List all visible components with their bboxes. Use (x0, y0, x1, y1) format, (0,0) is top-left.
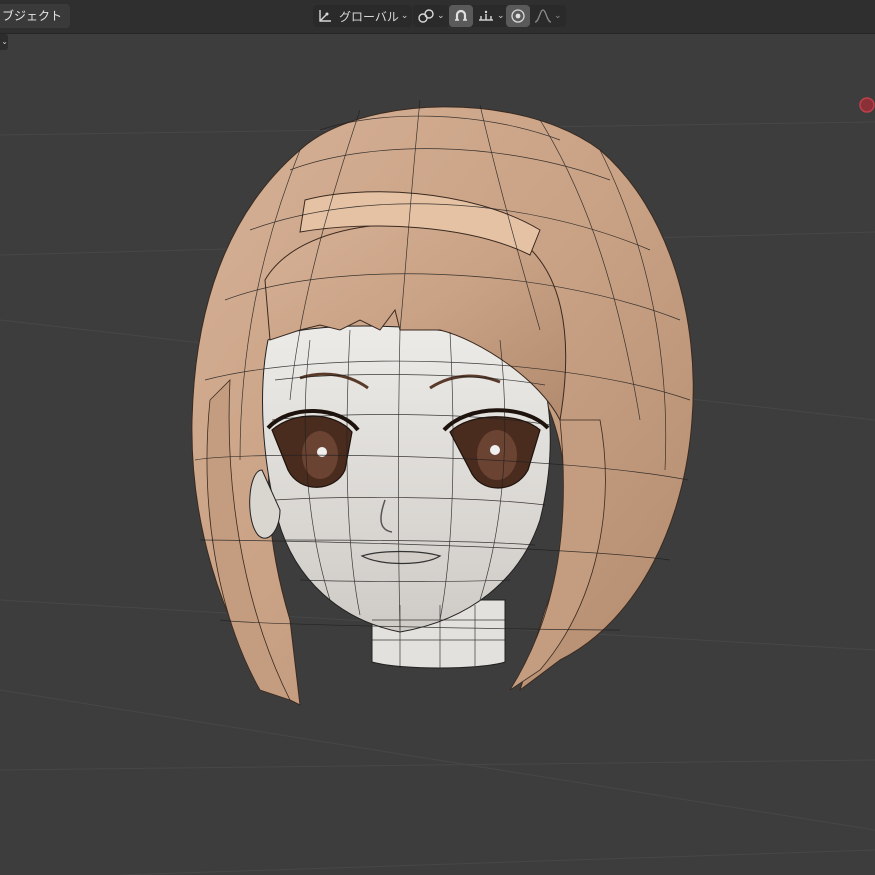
3d-viewport[interactable]: ブジェクト グローバル ⌄ ⌄ ⌄ ⌄ ⌄ (0, 0, 875, 875)
head-mesh[interactable] (0, 0, 875, 875)
